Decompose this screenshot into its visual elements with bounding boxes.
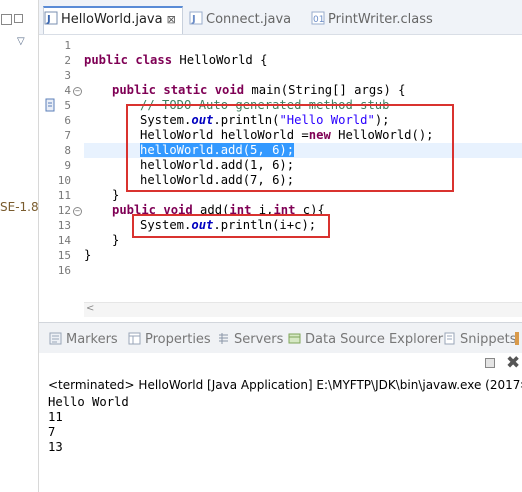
view-tab-bar: Markers Properties Servers Data Source E…: [39, 322, 522, 354]
minimize-icon[interactable]: [1, 14, 12, 25]
jre-library-label[interactable]: SE-1.8]: [0, 200, 43, 214]
line-number: 7: [64, 129, 71, 142]
tab-label: Data Source Explorer: [305, 332, 444, 347]
tab-helloworld-java[interactable]: J HelloWorld.java ⊠: [43, 6, 183, 34]
fold-toggle-icon[interactable]: −: [73, 207, 82, 216]
tab-label: Servers: [234, 332, 284, 347]
snippets-icon: [444, 332, 455, 345]
close-icon[interactable]: ⊠: [167, 8, 176, 32]
line-number: 11: [57, 189, 71, 202]
svg-text:J: J: [191, 14, 196, 25]
console-output-line: 11: [48, 410, 63, 424]
tab-snippets[interactable]: Snippets: [443, 332, 516, 347]
data-source-icon: [288, 333, 301, 344]
line-number: 6: [64, 114, 71, 127]
code-line-2[interactable]: public class HelloWorld {: [84, 53, 267, 68]
properties-icon: [128, 332, 141, 345]
line-number: 8: [64, 144, 71, 157]
svg-text:01: 01: [313, 15, 324, 25]
tab-label: HelloWorld.java: [61, 12, 163, 27]
code-line-15[interactable]: }: [84, 248, 91, 263]
horizontal-scrollbar[interactable]: <: [84, 302, 522, 317]
line-number: 13: [57, 219, 71, 232]
console-output-line: 13: [48, 440, 63, 454]
line-number: 10: [57, 174, 71, 187]
console-output-line: 7: [48, 425, 56, 439]
keyword: public static void: [112, 83, 245, 97]
line-number: 1: [64, 39, 71, 52]
console-output-line: Hello World: [48, 395, 129, 409]
fold-toggle-icon[interactable]: −: [73, 87, 82, 96]
task-marker-icon[interactable]: [45, 98, 55, 112]
svg-text:J: J: [46, 14, 51, 25]
java-file-icon: J: [44, 11, 58, 25]
package-explorer-strip: ▽ SE-1.8]: [0, 0, 43, 492]
code-line-4[interactable]: public static void main(String[] args) {: [112, 83, 406, 98]
line-number: 5: [64, 99, 71, 112]
line-number: 16: [57, 264, 71, 277]
servers-icon: [219, 333, 228, 344]
line-number-ruler: 1 2 3 4 5 6 7 8 9 10 11 12 13 14 15 16 −…: [39, 35, 83, 301]
annotation-box-println: [132, 214, 330, 238]
tab-label: Properties: [145, 332, 211, 347]
class-file-icon: 01: [311, 11, 325, 25]
keyword: public class: [84, 53, 173, 67]
code-text: main(String[] args) {: [244, 83, 406, 97]
tab-label: Connect.java: [206, 12, 292, 27]
tab-label: Snippets: [460, 332, 517, 347]
tab-label: PrintWriter.class: [328, 12, 433, 27]
line-number: 2: [64, 54, 71, 67]
markers-icon: [49, 332, 62, 345]
tab-printwriter-class[interactable]: 01 PrintWriter.class: [311, 8, 433, 34]
line-number: 4: [64, 84, 71, 97]
tab-connect-java[interactable]: J Connect.java: [189, 8, 291, 34]
maximize-icon[interactable]: [14, 14, 23, 23]
scroll-left-icon[interactable]: <: [86, 303, 94, 314]
console-header: <terminated> HelloWorld [Java Applicatio…: [48, 378, 522, 392]
tab-servers[interactable]: Servers: [217, 332, 283, 347]
tab-markers[interactable]: Markers: [49, 332, 118, 347]
chevron-down-icon[interactable]: ▽: [17, 36, 25, 47]
overflow-tab-indicator[interactable]: [515, 332, 519, 345]
line-number: 3: [64, 69, 71, 82]
terminate-icon[interactable]: [485, 358, 495, 368]
console-view[interactable]: [39, 353, 522, 492]
annotation-box-main-calls: [126, 104, 454, 192]
tab-properties[interactable]: Properties: [128, 332, 211, 347]
line-number: 15: [57, 249, 71, 262]
line-number: 12: [57, 204, 71, 217]
code-line-11[interactable]: }: [112, 188, 119, 203]
java-file-icon: J: [189, 11, 203, 25]
tab-data-source-explorer[interactable]: Data Source Explorer: [288, 332, 443, 347]
code-text: HelloWorld {: [172, 53, 268, 67]
remove-launch-icon[interactable]: ✖: [506, 353, 520, 373]
console-toolbar: ✖: [482, 353, 522, 373]
line-number: 14: [57, 234, 71, 247]
line-number: 9: [64, 159, 71, 172]
code-line-14[interactable]: }: [112, 233, 119, 248]
editor-tab-bar: J HelloWorld.java ⊠ J Connect.java 01 PrintW…: [39, 0, 522, 35]
tab-label: Markers: [66, 332, 118, 347]
